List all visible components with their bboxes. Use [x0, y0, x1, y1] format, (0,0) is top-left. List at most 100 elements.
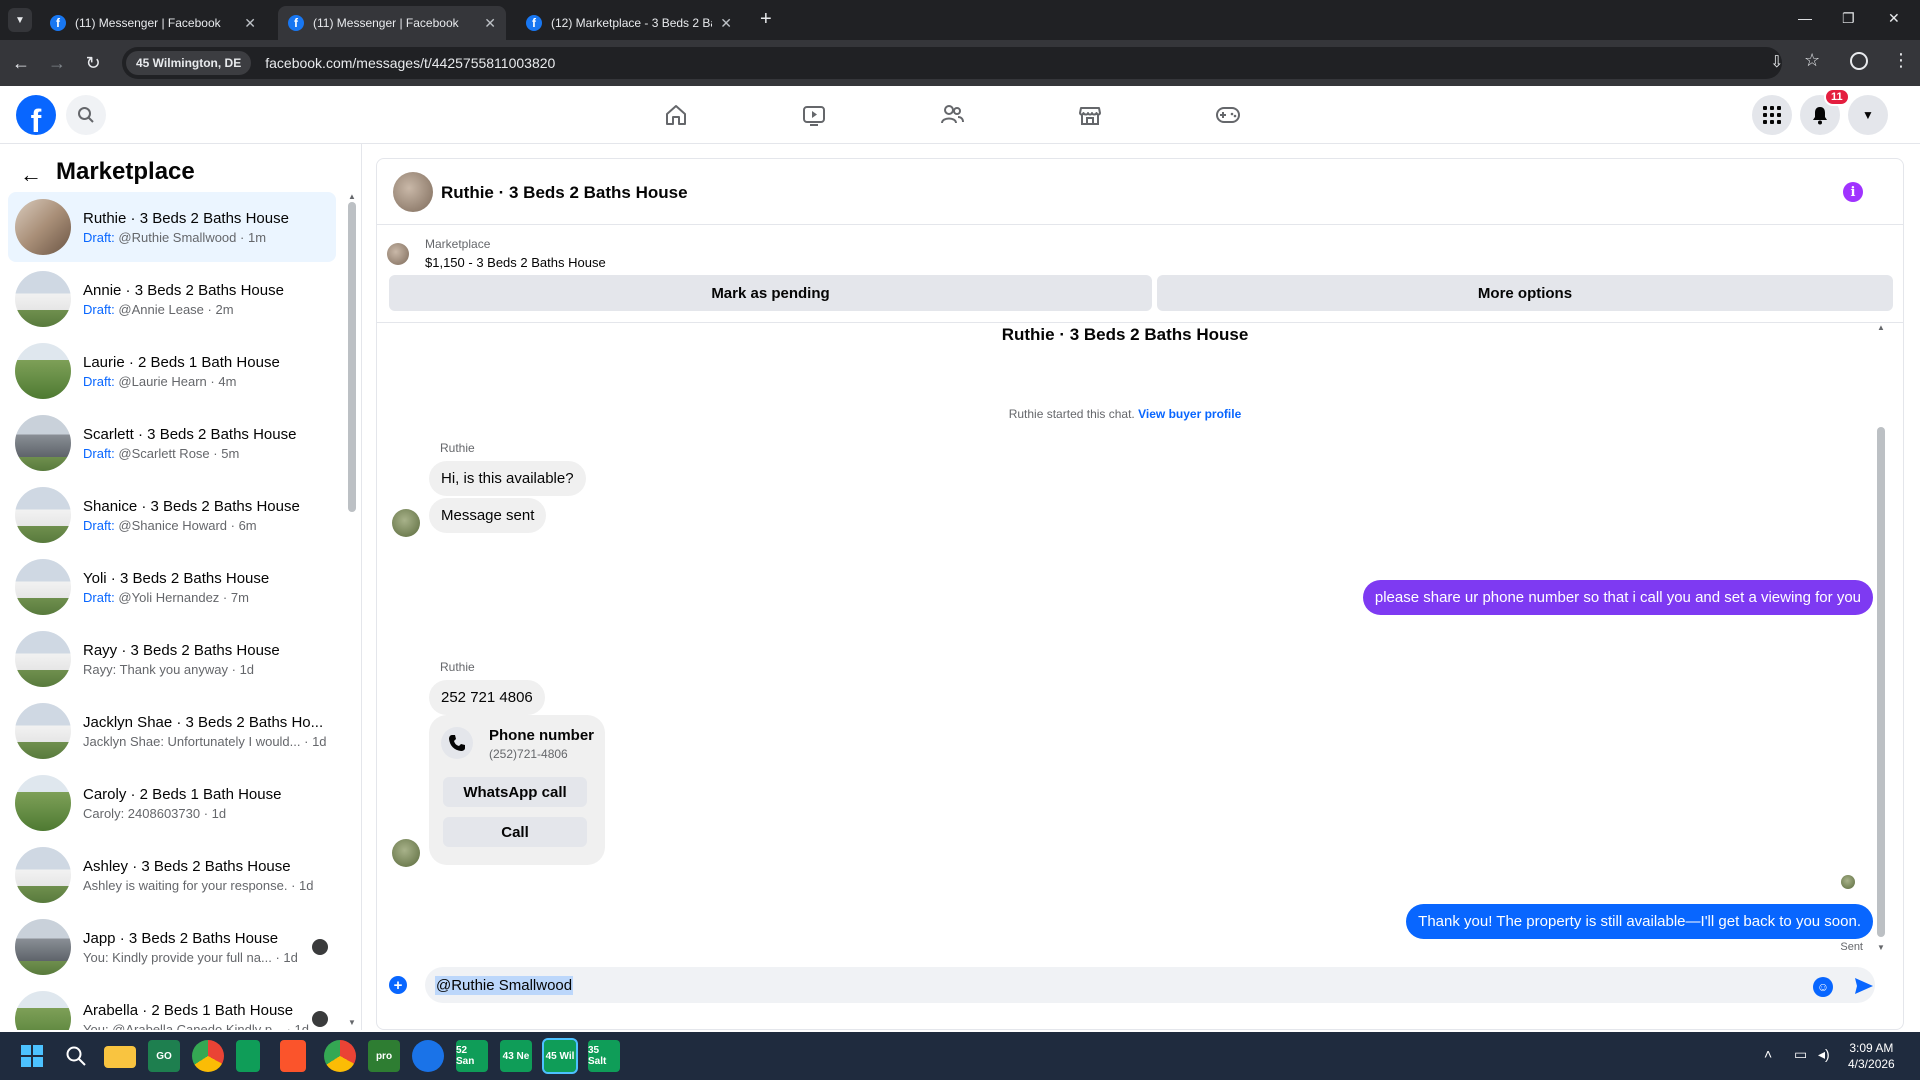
- app-icon[interactable]: pro: [368, 1040, 400, 1072]
- chrome-profile-icon[interactable]: [324, 1040, 356, 1072]
- taskbar-badge[interactable]: 45 Wil: [542, 1038, 578, 1074]
- facebook-logo-icon[interactable]: f: [16, 95, 56, 135]
- close-window-button[interactable]: ✕: [1888, 10, 1900, 27]
- taskbar-badge[interactable]: 52 San: [456, 1040, 488, 1072]
- conversation-item[interactable]: Ashley · 3 Beds 2 Baths House Ashley is w…: [8, 840, 336, 910]
- windows-start-icon[interactable]: [16, 1040, 48, 1072]
- back-arrow-icon[interactable]: ←: [20, 162, 42, 188]
- taskbar-badge[interactable]: 43 Ne: [500, 1040, 532, 1072]
- chat-panel: Ruthie · 3 Beds 2 Baths House i Marketpl…: [376, 158, 1904, 1030]
- incoming-message[interactable]: Message sent: [429, 498, 547, 533]
- tab-title: (11) Messenger | Facebook: [75, 16, 221, 30]
- app-icon[interactable]: GO: [148, 1040, 180, 1072]
- scroll-up-arrow[interactable]: ▲: [348, 192, 356, 201]
- taskbar-search-icon[interactable]: [60, 1040, 92, 1072]
- minimize-window-button[interactable]: —: [1798, 10, 1812, 26]
- browser-tab-1[interactable]: f (11) Messenger | Facebook ✕: [40, 6, 266, 40]
- browser-tab-2[interactable]: f (11) Messenger | Facebook ✕: [278, 6, 506, 40]
- new-tab-button[interactable]: +: [760, 8, 772, 31]
- restore-window-button[interactable]: ❐: [1842, 10, 1855, 27]
- scroll-down-arrow[interactable]: ▼: [348, 1018, 356, 1027]
- file-explorer-icon[interactable]: [104, 1046, 136, 1068]
- info-icon[interactable]: i: [1843, 182, 1863, 202]
- chat-avatar[interactable]: [393, 172, 433, 212]
- preview-time: 5m: [221, 445, 240, 461]
- sender-avatar[interactable]: [392, 509, 420, 537]
- close-tab-icon[interactable]: ✕: [720, 15, 732, 32]
- profile-icon[interactable]: [1850, 52, 1868, 70]
- listing-price-title: $1,150 - 3 Beds 2 Baths House: [425, 255, 606, 270]
- system-clock[interactable]: 3:09 AM 4/3/2026: [1848, 1040, 1895, 1072]
- conversation-item[interactable]: Caroly · 2 Beds 1 Bath House Caroly: 2408…: [8, 768, 336, 838]
- more-options-button[interactable]: More options: [1157, 275, 1893, 311]
- incoming-message[interactable]: 252 721 4806: [429, 680, 545, 715]
- browser-tab-3[interactable]: f (12) Marketplace - 3 Beds 2 Bat ✕: [516, 6, 742, 40]
- conversation-item[interactable]: Annie · 3 Beds 2 Baths House Draft: @Anni…: [8, 264, 336, 334]
- outgoing-message[interactable]: please share ur phone number so that i c…: [1362, 580, 1873, 615]
- search-button[interactable]: [66, 95, 106, 135]
- back-button[interactable]: ←: [6, 48, 36, 78]
- url-text[interactable]: facebook.com/messages/t/4425755811003820: [265, 55, 555, 71]
- sheets-icon[interactable]: [236, 1040, 260, 1072]
- listing-info[interactable]: Marketplace $1,150 - 3 Beds 2 Baths Hous…: [387, 233, 1897, 273]
- preview-text: Ashley is waiting for your response.: [83, 877, 288, 893]
- browser-menu-icon[interactable]: ⋮: [1892, 50, 1910, 71]
- conversation-item[interactable]: Yoli · 3 Beds 2 Baths House Draft: @Yoli …: [8, 552, 336, 622]
- forward-button[interactable]: →: [42, 48, 72, 78]
- conversation-item[interactable]: Ruthie · 3 Beds 2 Baths House Draft: @Rut…: [8, 192, 336, 262]
- chrome-icon[interactable]: [192, 1040, 224, 1072]
- network-icon[interactable]: ▭: [1794, 1046, 1807, 1063]
- volume-icon[interactable]: ◂): [1818, 1046, 1830, 1063]
- mark-as-pending-button[interactable]: Mark as pending: [389, 275, 1152, 311]
- dot-separator: ·: [227, 517, 239, 533]
- bookmark-star-icon[interactable]: ☆: [1804, 50, 1820, 71]
- whatsapp-call-button[interactable]: WhatsApp call: [443, 777, 587, 807]
- conversation-item[interactable]: Japp · 3 Beds 2 Baths House You: Kindly p…: [8, 912, 336, 982]
- emoji-icon[interactable]: ☺: [1813, 977, 1833, 997]
- conversation-preview: Draft: @Annie Lease · 2m: [83, 302, 336, 317]
- preview-text: You: @Arabella Canedo Kindly p...: [83, 1021, 283, 1031]
- chat-scroll-up-arrow[interactable]: ▲: [1877, 323, 1885, 332]
- bell-icon: [1813, 107, 1827, 125]
- outgoing-message[interactable]: Thank you! The property is still availab…: [1406, 904, 1873, 939]
- sidebar-scrollbar[interactable]: [348, 202, 356, 512]
- conversation-item[interactable]: Scarlett · 3 Beds 2 Baths House Draft: @S…: [8, 408, 336, 478]
- brave-icon[interactable]: [280, 1040, 306, 1072]
- tab-search-button[interactable]: ▼: [8, 8, 32, 32]
- conversation-item[interactable]: Laurie · 2 Beds 1 Bath House Draft: @Laur…: [8, 336, 336, 406]
- reload-button[interactable]: ↻: [78, 48, 108, 78]
- nav-gaming[interactable]: [1206, 98, 1250, 132]
- view-buyer-profile-link[interactable]: View buyer profile: [1138, 407, 1241, 421]
- notification-count-badge: 11: [1824, 88, 1850, 106]
- nav-friends[interactable]: [930, 98, 974, 132]
- message-input-text[interactable]: @Ruthie Smallwood: [435, 975, 574, 995]
- nav-video[interactable]: [792, 98, 836, 132]
- chat-scrollbar[interactable]: [1877, 427, 1885, 937]
- nav-home[interactable]: [654, 98, 698, 132]
- chat-title[interactable]: Ruthie · 3 Beds 2 Baths House: [441, 183, 688, 203]
- taskbar-badge[interactable]: 35 Salt: [588, 1040, 620, 1072]
- menu-button[interactable]: [1752, 95, 1792, 135]
- preview-text: @Annie Lease: [118, 301, 204, 317]
- sender-avatar[interactable]: [392, 839, 420, 867]
- address-bar[interactable]: 45 Wilmington, DE facebook.com/messages/…: [122, 47, 1782, 79]
- conversation-item[interactable]: Shanice · 3 Beds 2 Baths House Draft: @Sh…: [8, 480, 336, 550]
- close-tab-icon[interactable]: ✕: [484, 15, 496, 32]
- conversation-name: Shanice · 3 Beds 2 Baths House: [83, 497, 300, 515]
- close-tab-icon[interactable]: ✕: [244, 15, 256, 32]
- conversation-item[interactable]: Jacklyn Shae · 3 Beds 2 Baths Ho... Jackl…: [8, 696, 336, 766]
- incoming-message[interactable]: Hi, is this available?: [429, 461, 586, 496]
- account-button[interactable]: ▼: [1848, 95, 1888, 135]
- conversation-item[interactable]: Rayy · 3 Beds 2 Baths House Rayy: Thank y…: [8, 624, 336, 694]
- install-app-icon[interactable]: ⇩: [1770, 52, 1783, 72]
- add-attachment-button[interactable]: +: [389, 976, 407, 994]
- app-icon[interactable]: [412, 1040, 444, 1072]
- tray-chevron-icon[interactable]: ˄: [1764, 1046, 1772, 1062]
- chat-scroll-down-arrow[interactable]: ▼: [1877, 943, 1885, 952]
- nav-marketplace[interactable]: [1068, 98, 1112, 132]
- location-chip[interactable]: 45 Wilmington, DE: [126, 51, 252, 75]
- call-button[interactable]: Call: [443, 817, 587, 847]
- conversation-item[interactable]: Arabella · 2 Beds 1 Bath House You: @Arab…: [8, 984, 336, 1030]
- send-button[interactable]: [1853, 975, 1875, 1002]
- message-input[interactable]: @Ruthie Smallwood: [425, 967, 1875, 1003]
